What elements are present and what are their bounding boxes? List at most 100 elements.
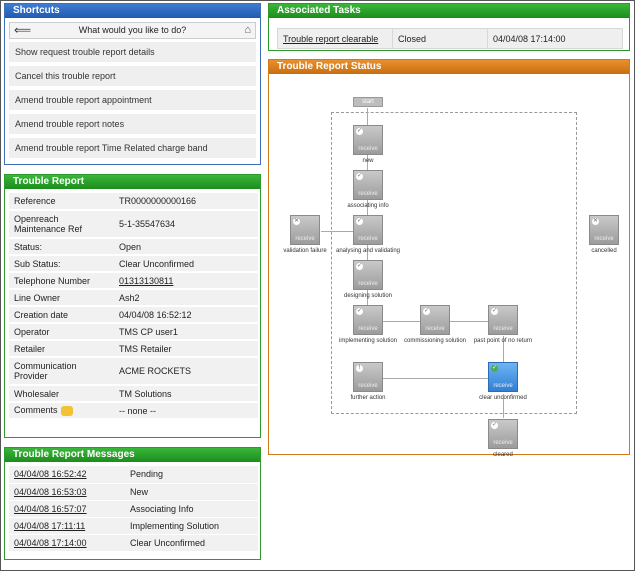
- check-icon: ✓: [356, 128, 363, 135]
- check-icon: ✓: [356, 173, 363, 180]
- node-label: cancelled: [591, 248, 617, 254]
- field-value: -- none --: [114, 402, 258, 420]
- node-text: receive: [425, 326, 445, 332]
- table-row: 04/04/08 16:57:07 Associating Info: [9, 500, 258, 518]
- field-value: TMS CP user1: [114, 323, 258, 341]
- table-row: Line Owner Ash2: [9, 289, 258, 307]
- messages-title: Trouble Report Messages: [5, 448, 260, 462]
- message-text: Clear Unconfirmed: [125, 534, 258, 552]
- node-cleared[interactable]: ✓ receive: [488, 419, 518, 449]
- node-text: receive: [594, 236, 614, 242]
- table-row: Status: Open: [9, 238, 258, 256]
- table-row: Comments -- none --: [9, 402, 258, 420]
- field-value: TR0000000000166: [114, 193, 258, 211]
- message-time-cell: 04/04/08 16:52:42: [9, 466, 125, 484]
- message-time-link[interactable]: 04/04/08 16:53:03: [14, 487, 87, 497]
- message-text: Implementing Solution: [125, 517, 258, 535]
- node-analysing[interactable]: ✓ receive: [353, 215, 383, 245]
- check-icon: ✓: [356, 263, 363, 270]
- trouble-report-panel: Trouble Report Reference TR0000000000166 …: [4, 174, 261, 438]
- node-text: receive: [358, 146, 378, 152]
- field-value: 04/04/08 16:52:12: [114, 306, 258, 324]
- node-label: further action: [350, 395, 386, 401]
- message-text: Pending: [125, 466, 258, 484]
- field-label: Line Owner: [9, 289, 114, 307]
- shortcuts-title: Shortcuts: [5, 4, 260, 18]
- message-time-link[interactable]: 04/04/08 17:14:00: [14, 538, 87, 548]
- field-label: Telephone Number: [9, 272, 114, 290]
- field-value: TM Solutions: [114, 385, 258, 403]
- field-label: Retailer: [9, 340, 114, 358]
- check-icon: ✓: [356, 308, 363, 315]
- task-time: 04/04/08 17:14:00: [487, 28, 623, 49]
- field-label: Wholesaler: [9, 385, 114, 403]
- cross-icon: ✕: [592, 218, 599, 225]
- start-node[interactable]: start: [353, 97, 383, 107]
- shortcut-show-details[interactable]: Show request trouble report details: [9, 42, 256, 62]
- trouble-report-table: Reference TR0000000000166 Openreach Maint…: [9, 193, 258, 420]
- field-label: Comments: [9, 402, 114, 420]
- home-icon[interactable]: ⌂: [244, 24, 251, 37]
- messages-table: 04/04/08 16:52:42 Pending 04/04/08 16:53:…: [9, 466, 258, 552]
- field-label: Communication Provider: [9, 357, 114, 386]
- node-new[interactable]: ✓ receive: [353, 125, 383, 155]
- node-label: validation failure: [283, 248, 327, 254]
- tasks-table: Trouble report clearable Closed 04/04/08…: [277, 28, 623, 49]
- table-row: 04/04/08 17:11:11 Implementing Solution: [9, 517, 258, 535]
- node-text: receive: [358, 281, 378, 287]
- table-row: Trouble report clearable Closed 04/04/08…: [277, 28, 623, 49]
- node-label: past point of no return: [473, 338, 533, 344]
- telephone-number-link[interactable]: 01313130811: [119, 276, 173, 286]
- node-cancelled[interactable]: ✕ receive: [589, 215, 619, 245]
- check-icon: ✓: [423, 308, 430, 315]
- table-row: Wholesaler TM Solutions: [9, 385, 258, 403]
- node-further-action[interactable]: ! receive: [353, 362, 383, 392]
- shortcut-amend-appointment[interactable]: Amend trouble report appointment: [9, 90, 256, 110]
- message-time-link[interactable]: 04/04/08 16:57:07: [14, 504, 87, 514]
- node-clear-unconfirmed[interactable]: ✓ receive: [488, 362, 518, 392]
- associated-tasks-title: Associated Tasks: [269, 4, 629, 18]
- shortcut-amend-charge-band[interactable]: Amend trouble report Time Related charge…: [9, 138, 256, 158]
- connector-line: [321, 231, 353, 232]
- node-label: cleared: [493, 452, 513, 458]
- field-value: Ash2: [114, 289, 258, 307]
- message-time-cell: 04/04/08 17:14:00: [9, 534, 125, 552]
- message-text: New: [125, 483, 258, 501]
- node-text: receive: [358, 326, 378, 332]
- table-row: 04/04/08 16:53:03 New: [9, 483, 258, 501]
- node-associating-info[interactable]: ✓ receive: [353, 170, 383, 200]
- node-validation-failure[interactable]: ✕ receive: [290, 215, 320, 245]
- node-past-point-of-no-return[interactable]: ✓ receive: [488, 305, 518, 335]
- search-placeholder: What would you like to do?: [78, 25, 187, 35]
- cross-icon: ✕: [293, 218, 300, 225]
- check-icon: ✓: [491, 422, 498, 429]
- table-row: 04/04/08 17:14:00 Clear Unconfirmed: [9, 534, 258, 552]
- trouble-report-title: Trouble Report: [5, 175, 260, 189]
- status-panel: Trouble Report Status start ✓ receive new…: [268, 59, 630, 458]
- field-label: Reference: [9, 193, 114, 211]
- message-text: Associating Info: [125, 500, 258, 518]
- shortcut-search-input[interactable]: ⟸ What would you like to do? ⌂: [9, 22, 256, 39]
- node-text: receive: [358, 383, 378, 389]
- shortcut-amend-notes[interactable]: Amend trouble report notes: [9, 114, 256, 134]
- node-text: receive: [295, 236, 315, 242]
- message-time-link[interactable]: 04/04/08 17:11:11: [14, 521, 85, 531]
- status-title: Trouble Report Status: [269, 60, 629, 74]
- task-state: Closed: [392, 28, 488, 49]
- task-link[interactable]: Trouble report clearable: [283, 34, 378, 44]
- node-implementing[interactable]: ✓ receive: [353, 305, 383, 335]
- shortcut-cancel[interactable]: Cancel this trouble report: [9, 66, 256, 86]
- node-text: receive: [493, 326, 513, 332]
- field-label: Status:: [9, 238, 114, 256]
- message-time-link[interactable]: 04/04/08 16:52:42: [14, 469, 87, 479]
- node-commissioning[interactable]: ✓ receive: [420, 305, 450, 335]
- messages-panel: Trouble Report Messages 04/04/08 16:52:4…: [4, 447, 261, 560]
- node-text: receive: [493, 440, 513, 446]
- table-row: Sub Status: Clear Unconfirmed: [9, 255, 258, 273]
- node-designing[interactable]: ✓ receive: [353, 260, 383, 290]
- node-label: associating info: [347, 203, 389, 209]
- shortcuts-panel: Shortcuts ⟸ What would you like to do? ⌂…: [4, 3, 261, 165]
- node-text: receive: [358, 236, 378, 242]
- comment-icon[interactable]: [60, 405, 73, 416]
- field-value: TMS Retailer: [114, 340, 258, 358]
